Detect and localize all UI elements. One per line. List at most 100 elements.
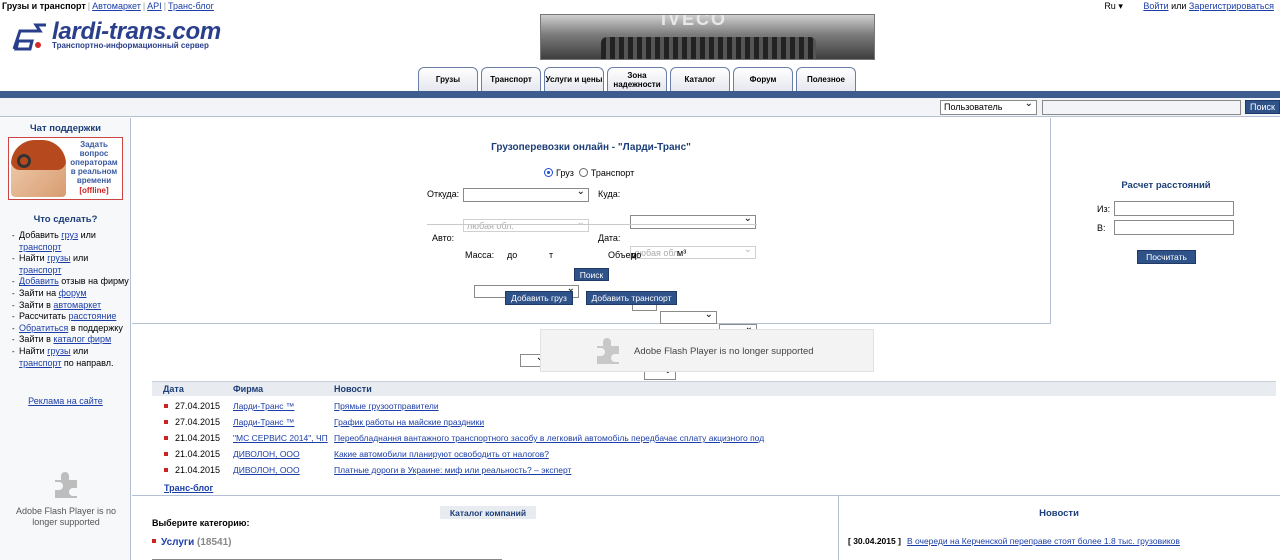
site-logo[interactable]: lardi-trans.com Транспортно-информационн… [10,18,250,56]
distance-to-label: В: [1097,223,1106,233]
list-item: Зайти в автомаркет [12,300,130,312]
chat-text: Задать вопрос операторам в реальном врем… [70,140,118,185]
catalog-header: Каталог компаний [440,506,536,519]
tab-services[interactable]: Услуги и цены [544,67,604,91]
tab-useful[interactable]: Полезное [796,67,856,91]
add-cargo-button[interactable]: Добавить груз [505,291,573,305]
mass-to-label: до [507,250,518,260]
flash-placeholder-left: Adobe Flash Player is no longer supporte… [10,470,122,528]
login-link[interactable]: Войти [1143,1,1168,11]
trans-blog-link[interactable]: Транс-блог [164,483,213,493]
todo-list: Добавить груз или транспорт Найти грузы … [12,230,130,369]
table-row: 21.04.2015 ДИВОЛОН, ООО Платные дороги в… [152,463,1276,479]
header-bar [0,91,1280,98]
col-date: Дата [163,384,184,394]
from-region-select[interactable]: любая обл. [463,217,589,232]
main-tabs: Грузы Транспорт Услуги и цены Зона надеж… [418,67,856,91]
todo-title: Что сделать? [33,214,98,225]
category-next [152,552,502,560]
search-button[interactable]: Поиск [1245,100,1280,114]
radio-cargo[interactable] [544,168,553,177]
flash-placeholder: Adobe Flash Player is no longer supporte… [540,329,874,372]
distance-calculator: Расчет расстояний Из: В: Посчитать [1050,118,1280,324]
category-services[interactable]: Услуги (18541) [152,537,232,548]
search-type-select[interactable]: Пользователь [940,98,1037,115]
list-item: Добавить груз или транспорт [12,230,130,253]
mass-label: Масса: [465,250,495,260]
brand-text: Грузы и транспорт [2,1,86,11]
ad-banner[interactable]: IVECO [540,14,875,60]
list-item: [ 30.04.2015 ] В очереди на Керченской пе… [848,536,1180,546]
or-text: или [1171,1,1187,11]
list-item: Зайти на форум [12,288,130,300]
volume-to-label: до [631,250,642,260]
left-sidebar: Чат поддержки Задать вопрос операторам в… [0,118,131,560]
distance-to-input[interactable] [1114,220,1234,235]
distance-from-label: Из: [1097,204,1111,214]
list-item: Обратиться в поддержку [12,323,130,335]
radio-transport[interactable] [578,168,588,177]
to-region-select[interactable]: любая обл. [630,244,756,259]
form-title: Грузоперевозки онлайн - "Ларди-Транс" [491,142,691,153]
divider [838,496,839,560]
date-label: Дата: [598,233,621,243]
news-table-header: Дата Фирма Новости [152,381,1276,396]
auto-label: Авто: [432,233,455,243]
list-item: Рассчитать расстояние [12,311,130,323]
tab-reliability[interactable]: Зона надежности [607,67,667,91]
tab-forum[interactable]: Форум [733,67,793,91]
api-link[interactable]: API [147,1,162,11]
radio-group: Груз Транспорт [544,168,634,178]
calculate-button[interactable]: Посчитать [1137,250,1196,264]
top-links: Грузы и транспорт | Автомаркет | API | Транс-б… [2,1,214,11]
truck-grille [601,37,816,59]
volume-unit: м³ [677,248,687,258]
flash-message: Adobe Flash Player is no longer supporte… [634,346,814,357]
advertising-link[interactable]: Реклама на сайте [0,396,131,406]
table-row: 21.04.2015 "МС СЕРВИС 2014", ЧП Переобла… [152,431,1276,447]
transblog-link[interactable]: Транс-блог [168,1,214,11]
divider [427,224,757,225]
divider [132,495,1280,496]
to-label: Куда: [598,189,621,199]
distance-title: Расчет расстояний [1121,180,1211,191]
truck-logo-icon [12,23,46,51]
search-form-panel: Грузоперевозки онлайн - "Ларди-Транс" Гр… [132,118,1050,380]
from-label: Откуда: [427,189,460,199]
plugin-icon [597,338,619,364]
list-item: Найти грузы или транспорт [12,253,130,276]
to-select[interactable] [630,213,756,229]
search-input[interactable] [1042,100,1241,115]
col-firm: Фирма [233,384,264,394]
tab-cargo[interactable]: Грузы [418,67,478,91]
tab-transport[interactable]: Транспорт [481,67,541,91]
list-item: Найти грузы или транспорт по направл. [12,346,130,369]
list-item: Добавить отзыв на фирму [12,276,130,288]
chat-status: [offline] [79,186,109,195]
table-row: 27.04.2015 Ларди-Транс ™ График работы н… [152,415,1276,431]
add-transport-button[interactable]: Добавить транспорт [586,291,677,305]
col-news: Новости [334,384,372,394]
chat-title: Чат поддержки [29,123,102,134]
date-month-select[interactable] [660,309,717,324]
support-chat-widget[interactable]: Задать вопрос операторам в реальном врем… [8,137,123,200]
news-right-header: Новости [1039,508,1079,519]
choose-category-label: Выберите категорию: [152,518,250,528]
automarket-link[interactable]: Автомаркет [92,1,141,11]
from-select[interactable] [463,186,589,202]
language-select[interactable]: Ru ▾ [1104,1,1123,11]
auth-links: Ru ▾ Войти или Зарегистрироваться [1104,1,1274,12]
form-search-button[interactable]: Поиск [574,268,609,281]
list-item: Зайти в каталог фирм [12,334,130,346]
mass-unit: т [549,250,554,260]
register-link[interactable]: Зарегистрироваться [1189,1,1274,11]
logo-subtitle: Транспортно-информационный сервер [52,41,209,50]
banner-text: IVECO [661,14,728,29]
tab-catalog[interactable]: Каталог [670,67,730,91]
table-row: 21.04.2015 ДИВОЛОН, ООО Какие автомобили… [152,447,1276,463]
table-row: 27.04.2015 Ларди-Транс ™ Прямые грузоотп… [152,399,1276,415]
plugin-icon [55,472,77,498]
headset-icon [17,154,31,168]
distance-from-input[interactable] [1114,201,1234,216]
operator-avatar [11,140,66,197]
